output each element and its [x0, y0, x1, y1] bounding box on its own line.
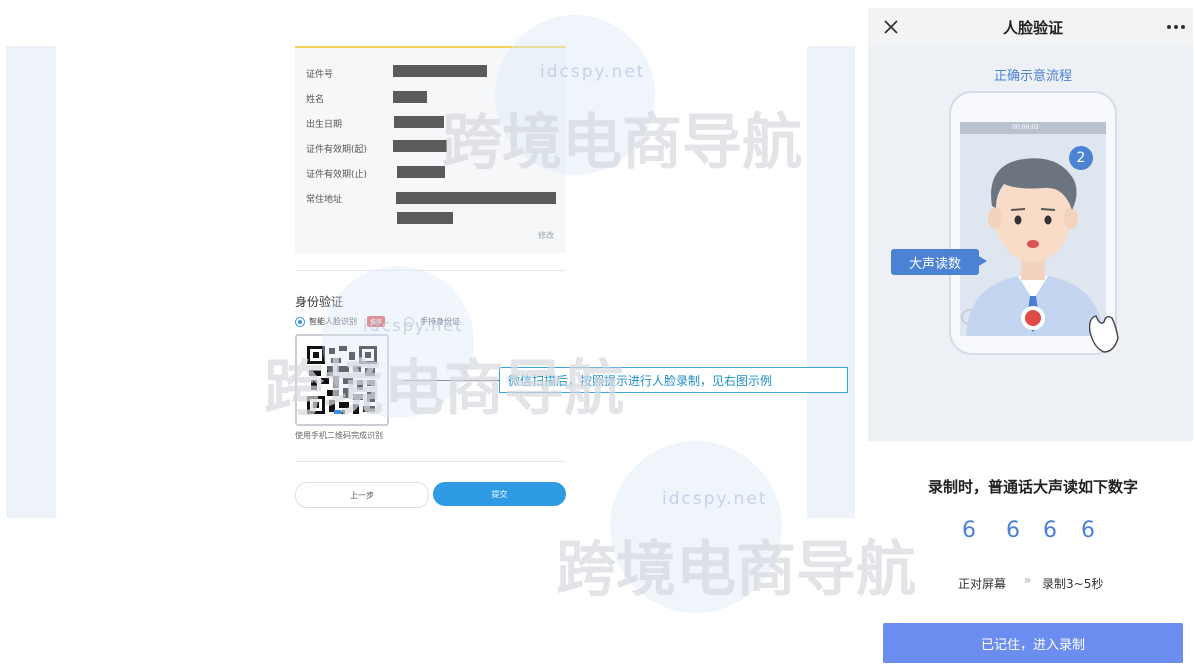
redacted-valid-to — [397, 166, 445, 178]
digit-1: 6 — [962, 518, 976, 543]
redacted-name — [393, 91, 427, 103]
qr-code-image — [305, 344, 379, 416]
annotation-connector-line — [404, 380, 500, 381]
field-label-id-number: 证件号 — [306, 70, 334, 80]
redacted-address-line2 — [397, 212, 453, 224]
speech-bubble: 大声读数 — [891, 249, 979, 275]
buttons-divider — [295, 461, 566, 462]
field-label-address: 常住地址 — [306, 195, 343, 205]
field-label-valid-from: 证件有效期(起) — [306, 145, 368, 155]
redacted-id-number — [393, 65, 487, 77]
digit-3: 6 — [1043, 518, 1057, 543]
radio-selected-icon — [295, 317, 305, 327]
submit-button[interactable]: 提交 — [433, 482, 566, 506]
start-recording-button[interactable]: 已记住，进入录制 — [883, 623, 1183, 663]
background-strip-left — [6, 46, 56, 518]
digit-4: 6 — [1081, 518, 1095, 543]
phone-title: 人脸验证 — [1002, 19, 1063, 37]
radio-option-hand-id[interactable]: 手持身份证 — [404, 316, 474, 328]
step-number-bubble: 2 — [1069, 146, 1093, 170]
digit-2: 6 — [1006, 518, 1020, 543]
recommend-badge: 推荐 — [367, 316, 386, 327]
section-divider — [295, 270, 566, 271]
field-label-birth-date: 出生日期 — [306, 120, 343, 130]
field-label-name: 姓名 — [306, 95, 325, 105]
watermark-text: 跨境电商导航 — [556, 535, 916, 605]
radio-face-label: 智能人脸识别 — [309, 317, 357, 326]
step-face-screen: 正对屏幕 — [958, 577, 1007, 591]
redacted-birth-date — [394, 116, 444, 128]
read-instruction: 录制时，普通话大声读如下数字 — [927, 478, 1138, 496]
recording-timer: 00:00:02 — [1012, 124, 1039, 131]
prev-step-button[interactable]: 上一步 — [295, 482, 429, 508]
field-label-valid-to: 证件有效期(止) — [306, 170, 368, 180]
more-icon[interactable] — [1166, 24, 1186, 30]
demo-title: 正确示意流程 — [993, 69, 1072, 84]
speech-bubble-tail-icon — [977, 255, 987, 267]
step-duration: 录制3~5秒 — [1042, 577, 1104, 591]
step-separator-icon: » — [1024, 573, 1032, 587]
qr-hint-text: 使用手机二维码完成识别 — [295, 431, 383, 440]
annotation-callout: 微信扫描后，按照提示进行人脸录制，见右图示例 — [499, 367, 848, 393]
redacted-address-line1 — [396, 192, 556, 204]
radio-unselected-icon — [404, 317, 414, 327]
qr-code-frame — [295, 334, 389, 426]
background-strip-right — [807, 46, 855, 518]
identity-section-title: 身份验证 — [295, 295, 344, 309]
redacted-valid-from — [393, 140, 447, 152]
edit-link[interactable]: 修改 — [538, 230, 554, 241]
radio-hand-label: 手持身份证 — [420, 317, 460, 326]
